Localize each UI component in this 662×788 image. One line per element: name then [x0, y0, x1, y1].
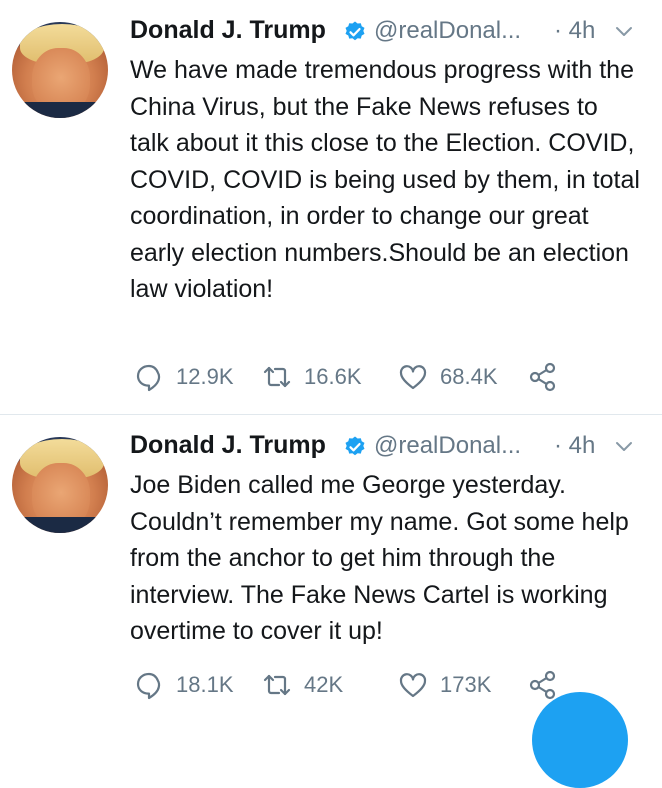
tweet-header: Donald J. Trump @realDonal... · 4h — [130, 14, 650, 48]
tweet-text: Joe Biden called me George yesterday. Co… — [130, 471, 629, 645]
tweet[interactable]: Donald J. Trump @realDonal... · 4h We ha… — [0, 0, 662, 414]
tweet-actions: 18.1K 42K 173K — [134, 669, 574, 701]
tweet-time: · 4h — [554, 17, 596, 44]
reply-count: 12.9K — [176, 364, 234, 389]
verified-badge-icon — [345, 436, 365, 456]
retweet-icon — [263, 674, 291, 696]
tweet-actions: 12.9K 16.6K 68.4K — [134, 361, 574, 393]
retweet-count: 42K — [304, 672, 344, 697]
avatar[interactable] — [12, 437, 108, 533]
share-icon — [529, 670, 556, 700]
avatar-suit — [12, 102, 108, 118]
reply-icon — [136, 672, 161, 700]
tweet[interactable]: Donald J. Trump @realDonal... · 4h Joe B… — [0, 415, 662, 720]
tweet-time: · 4h — [554, 432, 596, 459]
share-button[interactable] — [528, 361, 558, 393]
retweet-button[interactable]: 16.6K — [262, 361, 362, 393]
author-name[interactable]: Donald J. Trump — [130, 431, 326, 460]
tweet-header: Donald J. Trump @realDonal... · 4h — [130, 429, 650, 463]
retweet-icon — [263, 366, 291, 388]
avatar-suit — [12, 517, 108, 533]
avatar[interactable] — [12, 22, 108, 118]
chevron-down-icon[interactable] — [614, 437, 634, 457]
heart-icon — [399, 673, 427, 698]
chevron-down-icon[interactable] — [614, 22, 634, 42]
like-button[interactable]: 173K — [398, 669, 491, 701]
like-count: 68.4K — [440, 364, 498, 389]
author-handle[interactable]: @realDonal... — [374, 17, 521, 45]
reply-button[interactable]: 18.1K — [134, 669, 234, 701]
reply-button[interactable]: 12.9K — [134, 361, 234, 393]
like-count: 173K — [440, 672, 492, 697]
share-icon — [529, 362, 556, 392]
reply-icon — [136, 364, 161, 392]
compose-tweet-button[interactable] — [532, 692, 628, 788]
like-button[interactable]: 68.4K — [398, 361, 498, 393]
heart-icon — [399, 365, 427, 390]
retweet-button[interactable]: 42K — [262, 669, 343, 701]
tweet-text: We have made tremendous progress with th… — [130, 56, 640, 303]
author-handle[interactable]: @realDonal... — [374, 432, 521, 460]
verified-badge-icon — [345, 21, 365, 41]
author-name[interactable]: Donald J. Trump — [130, 16, 326, 45]
reply-count: 18.1K — [176, 672, 234, 697]
retweet-count: 16.6K — [304, 364, 362, 389]
share-button[interactable] — [528, 669, 558, 701]
